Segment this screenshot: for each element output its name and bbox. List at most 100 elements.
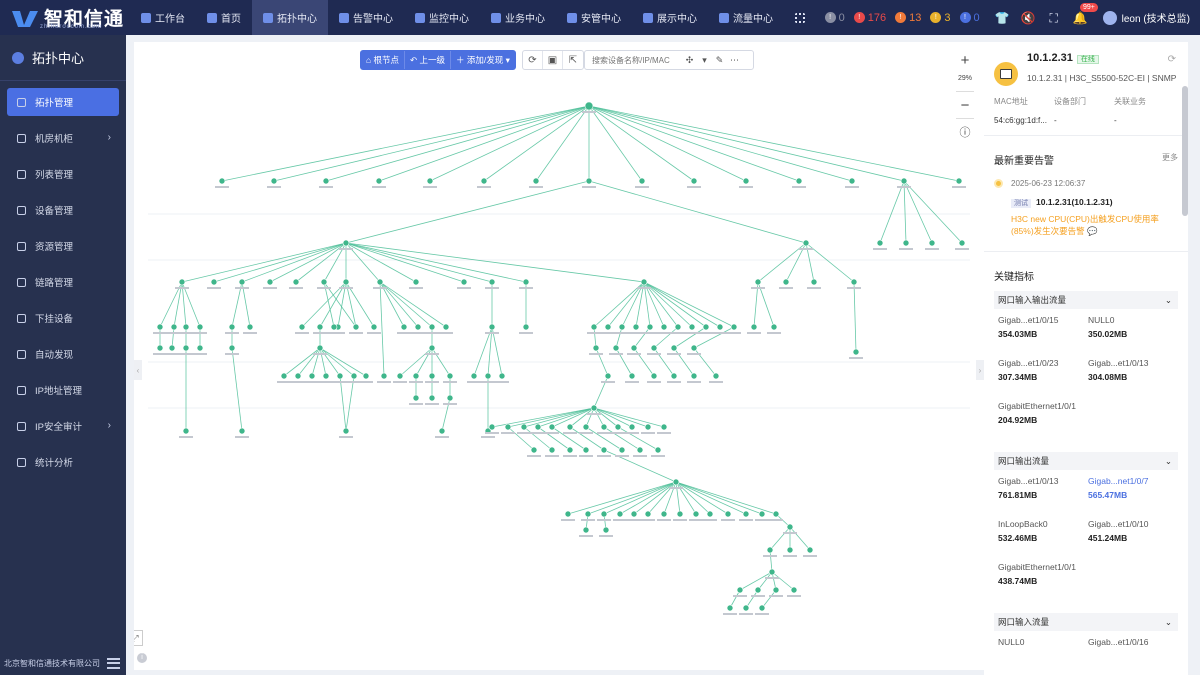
topology-node[interactable] (585, 177, 593, 185)
save-icon[interactable]: ▣ (543, 51, 563, 69)
nav-item-5[interactable]: 业务中心 (480, 0, 556, 35)
nav-item-7[interactable]: 展示中心 (632, 0, 708, 35)
topology-node[interactable] (716, 323, 724, 331)
topology-node[interactable] (428, 344, 436, 352)
topology-node[interactable] (170, 323, 178, 331)
kpi-group-header[interactable]: 网口输入流量 ⌄ (994, 613, 1178, 631)
topology-node[interactable] (636, 446, 644, 454)
zoom-out-button[interactable]: − (954, 95, 976, 115)
layout-icon[interactable]: ✣ (682, 51, 697, 69)
topology-node[interactable] (330, 323, 338, 331)
topology-node[interactable] (724, 510, 732, 518)
topology-node[interactable] (396, 372, 404, 380)
topology-node[interactable] (520, 423, 528, 431)
alert-item[interactable]: 2025-06-23 12:06:37 测试 10.1.2.31(10.1.2.3… (984, 167, 1188, 237)
topology-node[interactable] (766, 546, 774, 554)
topology-node[interactable] (640, 278, 648, 286)
sidebar-item-3[interactable]: 设备管理 (7, 196, 119, 224)
topology-node[interactable] (582, 423, 590, 431)
topology-node[interactable] (600, 446, 608, 454)
topology-node[interactable] (316, 344, 324, 352)
topology-node[interactable] (498, 372, 506, 380)
topology-node[interactable] (692, 510, 700, 518)
topology-node[interactable] (618, 323, 626, 331)
refresh-icon[interactable]: ⟳ (523, 51, 543, 69)
topology-node[interactable] (228, 344, 236, 352)
topology-node[interactable] (414, 323, 422, 331)
sidebar-item-7[interactable]: 自动发现 (7, 340, 119, 368)
topology-node[interactable] (182, 323, 190, 331)
nav-item-0[interactable]: 工作台 (130, 0, 196, 35)
topology-node[interactable] (772, 586, 780, 594)
topology-node[interactable] (566, 423, 574, 431)
topology-node[interactable] (690, 344, 698, 352)
zoom-in-button[interactable]: + (954, 50, 976, 70)
topology-node[interactable] (428, 372, 436, 380)
topology-node[interactable] (674, 323, 682, 331)
topology-node[interactable] (612, 344, 620, 352)
info-icon[interactable]: ⓘ (954, 122, 976, 142)
topology-node[interactable] (584, 510, 592, 518)
topology-node[interactable] (548, 423, 556, 431)
topology-node[interactable] (412, 278, 420, 286)
topology-node[interactable] (806, 546, 814, 554)
sidebar-item-0[interactable]: 拓扑管理 (7, 88, 119, 116)
topology-node[interactable] (412, 394, 420, 402)
topology-node[interactable] (376, 278, 384, 286)
topology-node[interactable] (644, 423, 652, 431)
topology-node[interactable] (650, 372, 658, 380)
topology-node[interactable] (654, 446, 662, 454)
kpi-group-header[interactable]: 网口输入输出流量 ⌄ (994, 291, 1178, 309)
topology-node[interactable] (604, 372, 612, 380)
up-level-button[interactable]: ↶ 上一级 (405, 51, 452, 69)
topology-node[interactable] (600, 423, 608, 431)
topology-node[interactable] (955, 177, 963, 185)
alarm-count-4[interactable]: ! 0 (959, 12, 980, 24)
topology-node[interactable] (530, 446, 538, 454)
more-icon[interactable]: ⋯ (727, 51, 742, 69)
alarm-count-0[interactable]: ! 0 (824, 12, 845, 24)
topology-node[interactable] (758, 604, 766, 612)
topology-node[interactable] (504, 423, 512, 431)
topology-canvas[interactable]: ⌂ 根节点 ↶ 上一级 ＋ 添加/发现 ▾ ⟳ ▣ ⇱ ✣ ▾ ✎ ⋯ + 29… (134, 42, 984, 670)
sidebar-item-2[interactable]: 列表管理 (7, 160, 119, 188)
topology-node[interactable] (582, 446, 590, 454)
topology-node[interactable] (426, 177, 434, 185)
help-icon[interactable]: i (137, 653, 147, 663)
edit-icon[interactable]: ✎ (712, 51, 727, 69)
topology-node[interactable] (848, 177, 856, 185)
topology-node[interactable] (342, 278, 350, 286)
topology-node[interactable] (298, 323, 306, 331)
fullscreen-icon[interactable]: ⛶ (1047, 11, 1061, 25)
topology-node[interactable] (532, 177, 540, 185)
topology-node[interactable] (630, 510, 638, 518)
more-alerts-link[interactable]: 更多 (1162, 152, 1178, 167)
panel-scrollbar[interactable] (1182, 86, 1188, 216)
topology-node[interactable] (584, 101, 594, 111)
search-input[interactable] (592, 55, 682, 65)
topology-node[interactable] (428, 394, 436, 402)
topology-node[interactable] (196, 344, 204, 352)
topology-node[interactable] (795, 177, 803, 185)
alarm-count-1[interactable]: ! 176 (853, 12, 886, 24)
sidebar-item-10[interactable]: 统计分析 (7, 448, 119, 476)
topology-node[interactable] (156, 344, 164, 352)
topology-node[interactable] (690, 372, 698, 380)
nav-item-1[interactable]: 首页 (196, 0, 252, 35)
brand-logo[interactable]: 智和信通 zhiheroccom.com (0, 0, 130, 35)
topology-node[interactable] (228, 323, 236, 331)
topology-node[interactable] (782, 278, 790, 286)
topology-node[interactable] (706, 510, 714, 518)
topology-node[interactable] (928, 239, 936, 247)
topology-node[interactable] (266, 278, 274, 286)
topology-node[interactable] (618, 446, 626, 454)
topology-node[interactable] (428, 323, 436, 331)
topology-node[interactable] (736, 586, 744, 594)
topology-node[interactable] (810, 278, 818, 286)
topology-node[interactable] (582, 526, 590, 534)
topology-node[interactable] (362, 372, 370, 380)
topology-node[interactable] (632, 323, 640, 331)
topology-node[interactable] (786, 546, 794, 554)
topology-node[interactable] (876, 239, 884, 247)
topology-node[interactable] (522, 323, 530, 331)
